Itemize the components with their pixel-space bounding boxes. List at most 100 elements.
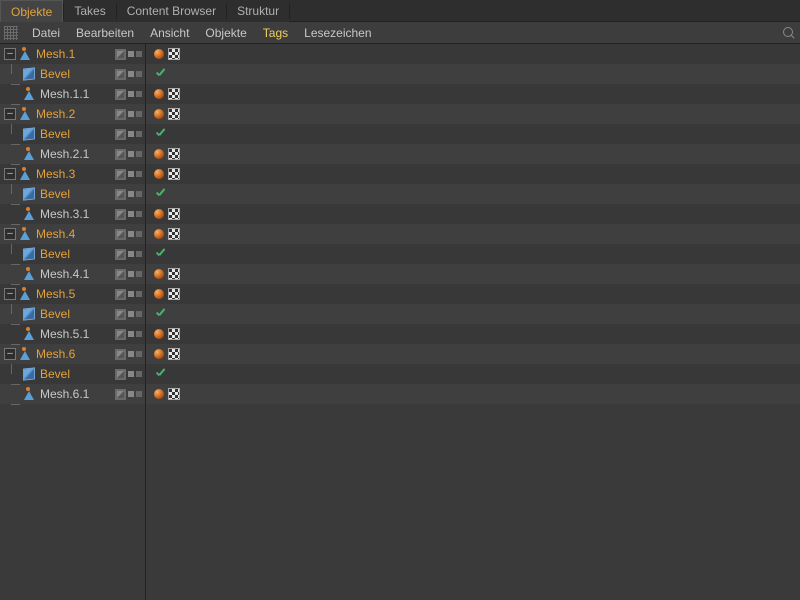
layer-toggle[interactable]: [115, 169, 126, 180]
visibility-dots[interactable]: [128, 111, 142, 117]
hierarchy-row[interactable]: Mesh.6.1: [0, 384, 145, 404]
object-name[interactable]: Mesh.6.1: [40, 387, 89, 401]
phong-tag-icon[interactable]: [154, 349, 164, 359]
uvw-tag-icon[interactable]: [168, 208, 180, 220]
phong-tag-icon[interactable]: [154, 209, 164, 219]
hierarchy-row[interactable]: Mesh.4.1: [0, 264, 145, 284]
object-name[interactable]: Bevel: [40, 127, 70, 141]
hierarchy-row[interactable]: Mesh.5.1: [0, 324, 145, 344]
layer-toggle[interactable]: [115, 249, 126, 260]
uvw-tag-icon[interactable]: [168, 388, 180, 400]
layer-toggle[interactable]: [115, 189, 126, 200]
layer-toggle[interactable]: [115, 89, 126, 100]
menu-tags[interactable]: Tags: [255, 23, 296, 43]
object-name[interactable]: Mesh.3.1: [40, 207, 89, 221]
phong-tag-icon[interactable]: [154, 169, 164, 179]
object-name[interactable]: Bevel: [40, 307, 70, 321]
uvw-tag-icon[interactable]: [168, 348, 180, 360]
visibility-dots[interactable]: [128, 351, 142, 357]
menu-datei[interactable]: Datei: [24, 23, 68, 43]
visibility-dots[interactable]: [128, 171, 142, 177]
visibility-dots[interactable]: [128, 391, 142, 397]
expand-toggle[interactable]: –: [4, 48, 16, 60]
uvw-tag-icon[interactable]: [168, 48, 180, 60]
hierarchy-row[interactable]: – Mesh.4: [0, 224, 145, 244]
expand-toggle[interactable]: –: [4, 348, 16, 360]
uvw-tag-icon[interactable]: [168, 268, 180, 280]
menu-objekte[interactable]: Objekte: [197, 23, 254, 43]
phong-tag-icon[interactable]: [154, 289, 164, 299]
object-name[interactable]: Mesh.1.1: [40, 87, 89, 101]
layer-toggle[interactable]: [115, 369, 126, 380]
tab-content-browser[interactable]: Content Browser: [117, 0, 226, 22]
uvw-tag-icon[interactable]: [168, 108, 180, 120]
hierarchy-row[interactable]: Mesh.3.1: [0, 204, 145, 224]
menu-bearbeiten[interactable]: Bearbeiten: [68, 23, 142, 43]
phong-tag-icon[interactable]: [154, 149, 164, 159]
phong-tag-icon[interactable]: [154, 229, 164, 239]
layer-toggle[interactable]: [115, 289, 126, 300]
hierarchy-row[interactable]: –Mesh.3: [0, 164, 145, 184]
tab-objekte[interactable]: Objekte: [0, 0, 63, 22]
menu-ansicht[interactable]: Ansicht: [142, 23, 197, 43]
hierarchy-row[interactable]: Bevel: [0, 304, 145, 324]
object-name[interactable]: Mesh.2.1: [40, 147, 89, 161]
visibility-dots[interactable]: [128, 371, 142, 377]
hierarchy-row[interactable]: Bevel: [0, 124, 145, 144]
visibility-dots[interactable]: [128, 311, 142, 317]
layer-toggle[interactable]: [115, 149, 126, 160]
uvw-tag-icon[interactable]: [168, 328, 180, 340]
enable-check-icon[interactable]: [154, 367, 168, 381]
visibility-dots[interactable]: [128, 131, 142, 137]
hierarchy-row[interactable]: –Mesh.1: [0, 44, 145, 64]
hierarchy-row[interactable]: – Mesh.6: [0, 344, 145, 364]
object-name[interactable]: Bevel: [40, 67, 70, 81]
phong-tag-icon[interactable]: [154, 109, 164, 119]
uvw-tag-icon[interactable]: [168, 148, 180, 160]
visibility-dots[interactable]: [128, 191, 142, 197]
layer-toggle[interactable]: [115, 109, 126, 120]
object-name[interactable]: Mesh.5: [36, 287, 75, 301]
object-name[interactable]: Mesh.3: [36, 167, 75, 181]
enable-check-icon[interactable]: [154, 307, 168, 321]
visibility-dots[interactable]: [128, 211, 142, 217]
object-name[interactable]: Bevel: [40, 187, 70, 201]
object-name[interactable]: Mesh.4.1: [40, 267, 89, 281]
visibility-dots[interactable]: [128, 91, 142, 97]
layer-toggle[interactable]: [115, 69, 126, 80]
object-name[interactable]: Mesh.5.1: [40, 327, 89, 341]
phong-tag-icon[interactable]: [154, 89, 164, 99]
object-name[interactable]: Bevel: [40, 247, 70, 261]
visibility-dots[interactable]: [128, 331, 142, 337]
phong-tag-icon[interactable]: [154, 389, 164, 399]
phong-tag-icon[interactable]: [154, 269, 164, 279]
uvw-tag-icon[interactable]: [168, 168, 180, 180]
hierarchy-row[interactable]: Bevel: [0, 364, 145, 384]
expand-toggle[interactable]: –: [4, 108, 16, 120]
phong-tag-icon[interactable]: [154, 329, 164, 339]
expand-toggle[interactable]: –: [4, 288, 16, 300]
visibility-dots[interactable]: [128, 71, 142, 77]
hierarchy-row[interactable]: Mesh.1.1: [0, 84, 145, 104]
layer-toggle[interactable]: [115, 129, 126, 140]
layer-toggle[interactable]: [115, 349, 126, 360]
layer-toggle[interactable]: [115, 309, 126, 320]
layer-toggle[interactable]: [115, 209, 126, 220]
uvw-tag-icon[interactable]: [168, 88, 180, 100]
search-icon[interactable]: [782, 26, 796, 40]
visibility-dots[interactable]: [128, 251, 142, 257]
enable-check-icon[interactable]: [154, 67, 168, 81]
object-name[interactable]: Mesh.4: [36, 227, 75, 241]
visibility-dots[interactable]: [128, 51, 142, 57]
layer-toggle[interactable]: [115, 49, 126, 60]
object-name[interactable]: Mesh.6: [36, 347, 75, 361]
visibility-dots[interactable]: [128, 291, 142, 297]
visibility-dots[interactable]: [128, 151, 142, 157]
hierarchy-row[interactable]: – Mesh.2: [0, 104, 145, 124]
menu-lesezeichen[interactable]: Lesezeichen: [296, 23, 379, 43]
expand-toggle[interactable]: –: [4, 228, 16, 240]
hierarchy-row[interactable]: Mesh.2.1: [0, 144, 145, 164]
hierarchy-row[interactable]: – Mesh.5: [0, 284, 145, 304]
object-name[interactable]: Mesh.2: [36, 107, 75, 121]
layer-toggle[interactable]: [115, 269, 126, 280]
